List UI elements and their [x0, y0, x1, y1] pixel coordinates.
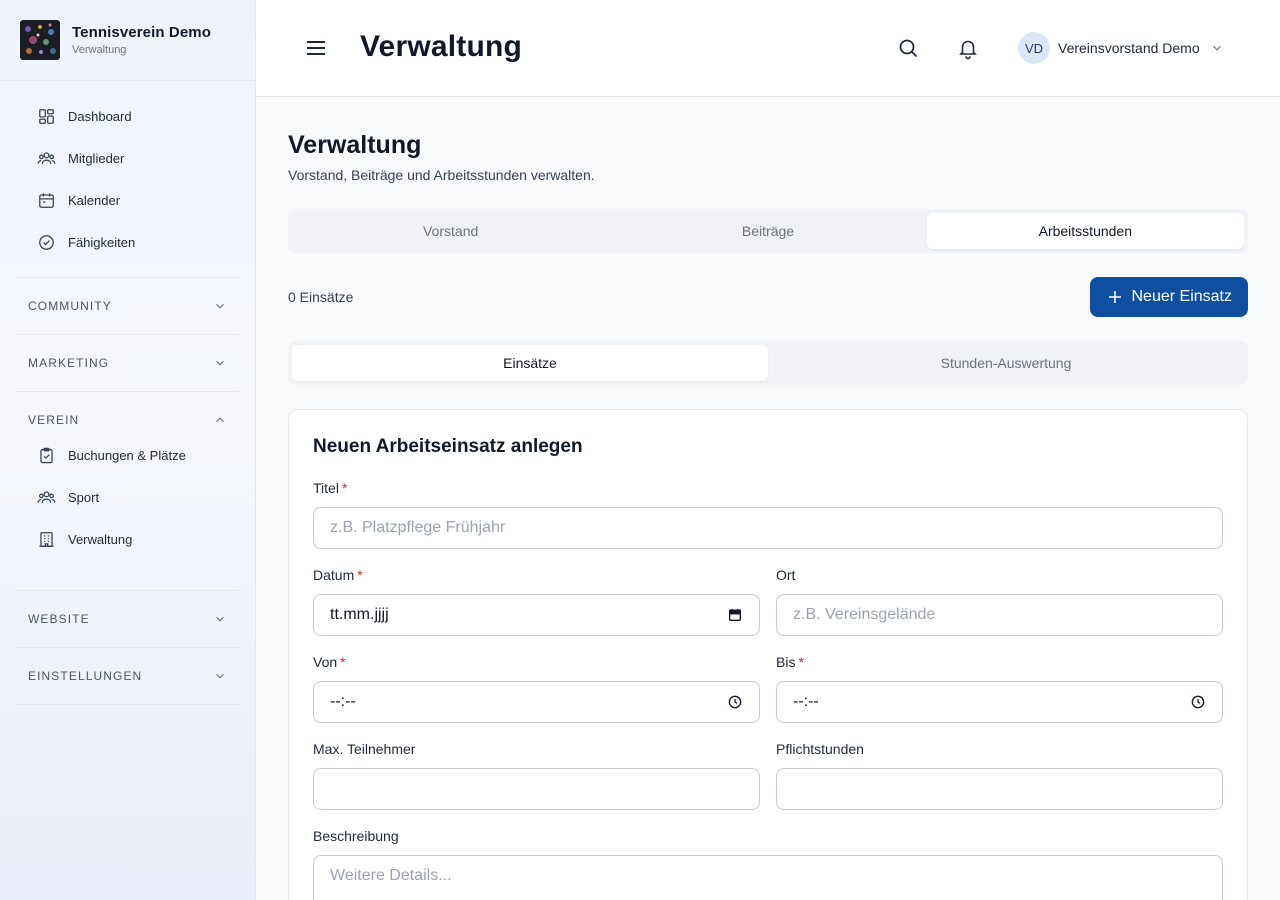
- datum-input[interactable]: tt.mm.jjjj: [313, 594, 760, 636]
- datum-label: Datum *: [313, 567, 363, 583]
- chevron-down-icon: [216, 360, 224, 366]
- titel-input[interactable]: z.B. Platzpflege Frühjahr: [313, 507, 1223, 549]
- page-title: Verwaltung: [288, 131, 422, 159]
- bis-value: --:--: [793, 693, 819, 710]
- hamburger-menu-icon[interactable]: [304, 36, 328, 60]
- section-label: VEREIN: [28, 413, 80, 427]
- clipboard-check-icon: [36, 445, 56, 465]
- clock-icon[interactable]: [1190, 694, 1206, 710]
- brand[interactable]: Tennisverein Demo Verwaltung: [0, 0, 255, 81]
- user-name: Vereinsvorstand Demo: [1058, 40, 1200, 56]
- section-toggle-community[interactable]: COMMUNITY: [16, 278, 239, 334]
- new-einsatz-form: Neuen Arbeitseinsatz anlegen Titel * z.B.…: [288, 409, 1248, 900]
- von-value: --:--: [330, 693, 356, 710]
- chevron-down-icon: [216, 303, 224, 309]
- pflichtstunden-label: Pflichtstunden: [776, 741, 864, 757]
- main-tabs: Vorstand Beiträge Arbeitsstunden: [288, 209, 1248, 253]
- sidebar-item-label: Buchungen & Plätze: [68, 447, 186, 463]
- users-icon: [36, 487, 56, 507]
- von-input[interactable]: --:--: [313, 681, 760, 723]
- topbar-title: Verwaltung: [360, 30, 523, 63]
- topbar: Verwaltung VD Vereinsvorstand Demo: [256, 0, 1280, 97]
- einsatz-count: 0 Einsätze: [288, 289, 354, 305]
- section-label: WEBSITE: [28, 612, 90, 626]
- dashboard-icon: [36, 106, 56, 126]
- sidebar-item-buchungen[interactable]: Buchungen & Plätze: [16, 434, 239, 476]
- brand-name: Tennisverein Demo: [72, 24, 211, 41]
- sidebar-item-mitglieder[interactable]: Mitglieder: [16, 137, 239, 179]
- chevron-down-icon: [216, 673, 224, 679]
- bis-label: Bis *: [776, 654, 804, 670]
- search-icon[interactable]: [896, 36, 920, 60]
- sidebar-item-dashboard[interactable]: Dashboard: [16, 95, 239, 137]
- ort-input[interactable]: z.B. Vereinsgelände: [776, 594, 1223, 636]
- tab-vorstand[interactable]: Vorstand: [292, 213, 609, 249]
- users-icon: [36, 148, 56, 168]
- building-icon: [36, 529, 56, 549]
- subtab-einsaetze[interactable]: Einsätze: [292, 345, 768, 381]
- sub-tabs: Einsätze Stunden-Auswertung: [288, 341, 1248, 385]
- bis-input[interactable]: --:--: [776, 681, 1223, 723]
- sidebar-item-sport[interactable]: Sport: [16, 476, 239, 518]
- section-toggle-website[interactable]: WEBSITE: [16, 591, 239, 647]
- section-label: EINSTELLUNGEN: [28, 669, 143, 683]
- calendar-icon[interactable]: [727, 607, 743, 623]
- calendar-icon: [36, 190, 56, 210]
- sidebar-item-kalender[interactable]: Kalender: [16, 179, 239, 221]
- avatar: VD: [1018, 32, 1050, 64]
- pflichtstunden-input[interactable]: [776, 768, 1223, 810]
- sidebar-section-marketing: MARKETING: [16, 335, 239, 392]
- section-label: COMMUNITY: [28, 299, 112, 313]
- sidebar-item-label: Dashboard: [68, 108, 132, 124]
- subtab-stunden-auswertung[interactable]: Stunden-Auswertung: [768, 345, 1244, 381]
- von-label: Von *: [313, 654, 346, 670]
- tab-arbeitsstunden[interactable]: Arbeitsstunden: [926, 213, 1244, 249]
- section-toggle-marketing[interactable]: MARKETING: [16, 335, 239, 391]
- sidebar-item-label: Fähigkeiten: [68, 234, 136, 250]
- beschreibung-label: Beschreibung: [313, 828, 399, 844]
- new-einsatz-button[interactable]: Neuer Einsatz: [1089, 277, 1248, 317]
- user-menu[interactable]: VD Vereinsvorstand Demo: [1018, 32, 1224, 64]
- sidebar-section-verein: VEREIN Buchungen & Plätze Sport Verwaltu…: [16, 392, 239, 591]
- sidebar-item-verwaltung[interactable]: Verwaltung: [16, 518, 239, 560]
- section-toggle-einstellungen[interactable]: EINSTELLUNGEN: [16, 648, 239, 704]
- form-title: Neuen Arbeitseinsatz anlegen: [313, 436, 583, 457]
- sidebar-item-faehigkeiten[interactable]: Fähigkeiten: [16, 221, 239, 263]
- sidebar-section-community: COMMUNITY: [16, 278, 239, 335]
- page-description: Vorstand, Beiträge und Arbeitsstunden ve…: [288, 167, 595, 183]
- sidebar-section-website: WEBSITE: [16, 591, 239, 648]
- chevron-up-icon: [216, 417, 224, 423]
- max-teilnehmer-input[interactable]: [313, 768, 760, 810]
- sidebar-item-label: Verwaltung: [68, 531, 133, 547]
- ort-label: Ort: [776, 567, 796, 583]
- tab-beitraege[interactable]: Beiträge: [609, 213, 926, 249]
- max-teilnehmer-label: Max. Teilnehmer: [313, 741, 416, 757]
- section-label: MARKETING: [28, 356, 110, 370]
- sidebar-section-einstellungen: EINSTELLUNGEN: [16, 648, 239, 705]
- sidebar-item-label: Mitglieder: [68, 150, 125, 166]
- plus-icon: [1108, 291, 1121, 303]
- datum-value: tt.mm.jjjj: [330, 606, 389, 623]
- chevron-down-icon: [216, 616, 224, 622]
- brand-logo: [20, 20, 60, 60]
- sidebar-item-label: Kalender: [68, 192, 121, 208]
- clock-icon[interactable]: [727, 694, 743, 710]
- sidebar: Tennisverein Demo Verwaltung Dashboard M…: [0, 0, 256, 900]
- titel-label: Titel *: [313, 480, 348, 496]
- bell-icon[interactable]: [956, 36, 980, 60]
- chevron-down-icon: [1212, 45, 1221, 51]
- brand-subtitle: Verwaltung: [72, 44, 127, 56]
- sidebar-item-label: Sport: [68, 489, 100, 505]
- check-circle-icon: [36, 232, 56, 252]
- beschreibung-textarea[interactable]: Weitere Details...: [313, 855, 1223, 900]
- new-einsatz-label: Neuer Einsatz: [1131, 288, 1233, 305]
